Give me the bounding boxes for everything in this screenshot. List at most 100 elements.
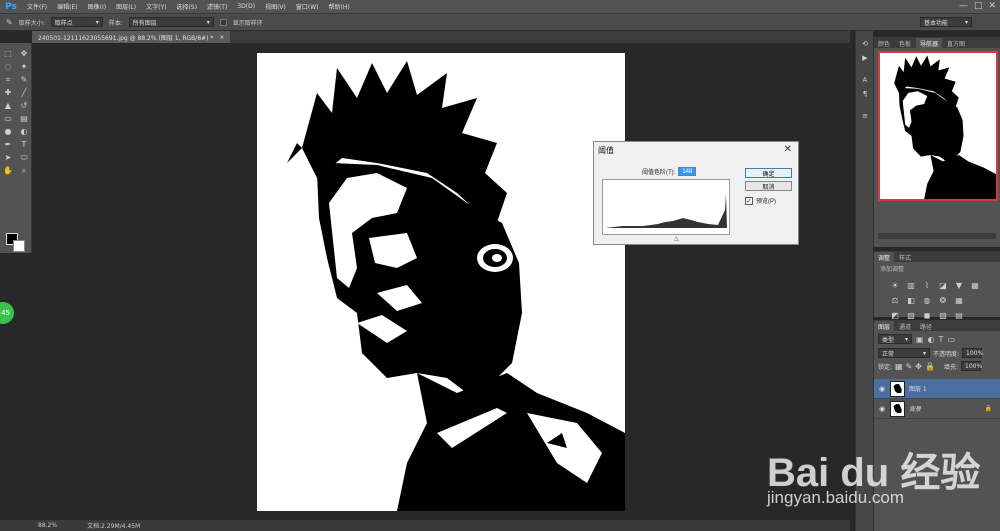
menu-image[interactable]: 图像(I) [83,2,111,11]
eraser-icon[interactable]: ▭ [0,112,16,125]
marquee-icon[interactable]: ⬚ [0,47,16,60]
dodge-icon[interactable]: ◐ [16,125,32,138]
lasso-icon[interactable]: ◌ [0,60,16,73]
tab-histogram[interactable]: 直方图 [943,38,969,48]
eyedropper-icon[interactable]: ✎ [6,18,13,27]
eyedropper-tool-icon[interactable]: ✎ [16,73,32,86]
stamp-icon[interactable]: ▲ [0,99,16,112]
paragraph-icon[interactable]: ¶ [856,87,874,101]
navigator-zoom-slider[interactable] [878,233,996,239]
visibility-eye-icon[interactable]: ◉ [878,385,886,393]
character-icon[interactable]: A [856,73,874,87]
opacity-input[interactable]: 100% [962,348,983,358]
menu-window[interactable]: 窗口(W) [291,2,324,11]
filter-shape-icon[interactable]: ▭ [947,335,955,344]
curves-icon[interactable]: ⌇ [920,279,934,292]
type-icon[interactable]: T [16,138,32,151]
menu-3d[interactable]: 3D(D) [232,3,260,10]
shape-icon[interactable]: ⬭ [16,151,32,164]
healing-icon[interactable]: ✚ [0,86,16,99]
menu-edit[interactable]: 编辑(E) [52,2,82,11]
levels-icon[interactable]: ▥ [904,279,918,292]
history-brush-icon[interactable]: ↺ [16,99,32,112]
tab-navigator[interactable]: 导航器 [916,38,943,48]
layer-kind-select[interactable]: 类型 ▾ [878,334,912,344]
tab-styles[interactable]: 样式 [895,252,915,262]
close-icon[interactable]: ✕ [784,144,792,155]
layer-row-layer1[interactable]: ◉ 图层 1 [874,379,1000,399]
tab-channels[interactable]: 通道 [895,321,915,331]
minimize-button[interactable]: — [959,1,968,11]
preview-checkbox[interactable]: ✓ [745,196,753,205]
history-icon[interactable]: ⟲ [856,37,874,51]
color-balance-icon[interactable]: ⚖ [888,294,902,307]
black-white-icon[interactable]: ◧ [904,294,918,307]
crop-icon[interactable]: ⌗ [0,73,16,86]
vibrance-icon[interactable]: ▼ [952,279,966,292]
menu-filter[interactable]: 滤镜(T) [202,2,232,11]
menu-select[interactable]: 选择(S) [171,2,202,11]
hue-icon[interactable]: ▦ [968,279,982,292]
show-ring-checkbox[interactable] [219,18,227,26]
pen-icon[interactable]: ✒ [0,138,16,151]
menu-view[interactable]: 视图(V) [260,2,291,11]
menu-layer[interactable]: 图层(L) [111,2,141,11]
lock-brush-icon[interactable]: ✎ [906,362,913,371]
tab-swatches[interactable]: 色板 [895,38,915,48]
workspace-select[interactable]: 基本功能 ▾ [920,17,972,27]
sample-select[interactable]: 所有图层 ▾ [128,17,214,27]
filter-adjust-icon[interactable]: ◐ [928,335,935,344]
tab-adjustments[interactable]: 调整 [874,252,895,262]
ok-button[interactable]: 确定 [745,168,792,178]
hand-icon[interactable]: ✋ [0,164,16,177]
cancel-button[interactable]: 取消 [745,181,792,191]
lock-all-icon[interactable]: 🔒 [925,362,935,371]
brightness-icon[interactable]: ☀ [888,279,902,292]
lock-move-icon[interactable]: ✥ [915,362,922,371]
floating-badge[interactable]: 45 [0,302,14,324]
blur-icon[interactable]: ● [0,125,16,138]
tab-color[interactable]: 颜色 [874,38,894,48]
path-select-icon[interactable]: ➤ [0,151,16,164]
tab-layers[interactable]: 图层 [874,321,895,331]
zoom-level[interactable]: 88.2% [38,522,57,529]
actions-icon[interactable]: ▶ [856,51,874,65]
blend-mode-select[interactable]: 正常 ▾ [878,348,930,358]
background-color[interactable] [13,240,25,252]
document-size[interactable]: 文档:2.29M/4.45M [87,521,140,530]
layer-row-background[interactable]: ◉ 背景 🔒 [874,399,1000,419]
lock-pixels-icon[interactable]: ▦ [895,362,903,371]
zoom-icon[interactable]: ⌕ [16,164,32,177]
close-tab-icon[interactable]: × [219,34,224,41]
navigator-preview[interactable] [878,51,998,201]
color-swatches[interactable] [6,233,26,253]
properties-icon[interactable]: ≡ [856,109,874,123]
threshold-level-input[interactable]: 148 [678,167,697,176]
threshold-slider-handle[interactable]: △ [674,235,679,242]
filter-pixel-icon[interactable]: ▣ [916,335,924,344]
exposure-icon[interactable]: ◪ [936,279,950,292]
fill-input[interactable]: 100% [961,361,982,371]
navigator-thumbnail [894,55,996,199]
filter-type-icon[interactable]: T [939,335,944,344]
document-canvas[interactable] [257,53,625,511]
close-window-button[interactable]: ✕ [988,1,996,11]
move-icon[interactable]: ✥ [16,47,32,60]
fill-label: 填充: [943,363,958,371]
menu-help[interactable]: 帮助(H) [324,2,355,11]
brush-icon[interactable]: ╱ [16,86,32,99]
menu-file[interactable]: 文件(F) [22,2,52,11]
visibility-eye-icon[interactable]: ◉ [878,405,886,413]
layer-thumbnail [890,380,905,397]
sample-size-select[interactable]: 取样点 ▾ [50,17,103,27]
gradient-icon[interactable]: ▤ [16,112,32,125]
tab-paths[interactable]: 路径 [916,321,936,331]
color-lookup-icon[interactable]: ▦ [952,294,966,307]
document-tab[interactable]: 240501-121116230556​91.jpg @ 88.2% (图层 1… [32,31,231,43]
preview-label: 预览(P) [756,199,776,205]
quick-select-icon[interactable]: ✦ [16,60,32,73]
photo-filter-icon[interactable]: ◍ [920,294,934,307]
menu-type[interactable]: 文字(Y) [141,2,171,11]
maximize-button[interactable]: □ [974,1,983,11]
channel-mixer-icon[interactable]: ❂ [936,294,950,307]
